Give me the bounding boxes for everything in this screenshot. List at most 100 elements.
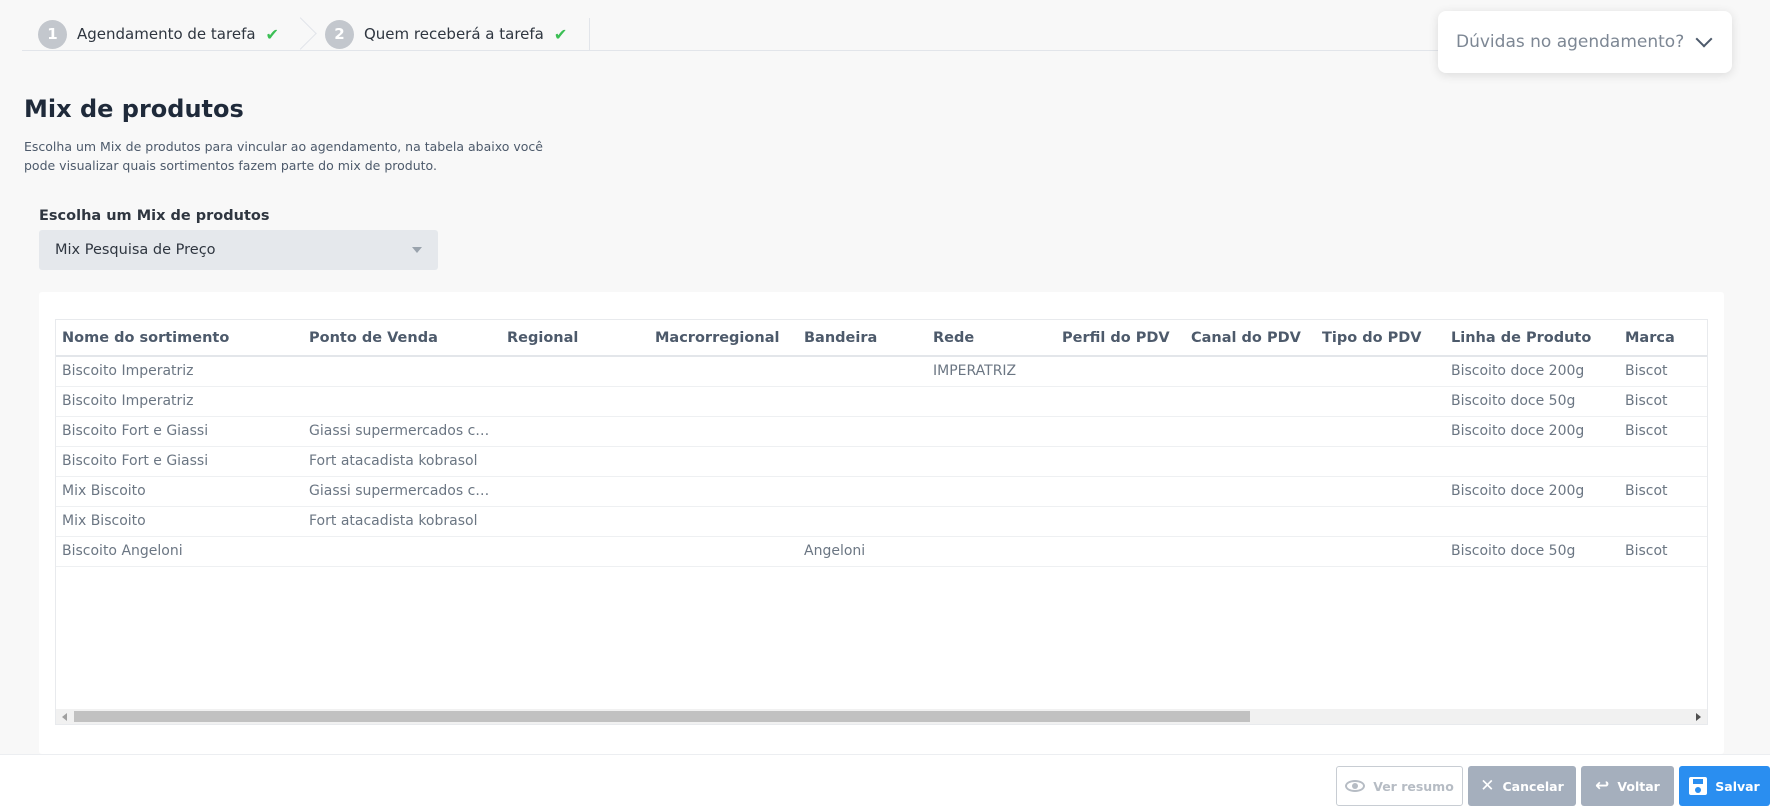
- column-header[interactable]: Perfil do PDV: [1056, 320, 1185, 357]
- table-cell: [1316, 506, 1445, 537]
- table-cell: [1619, 446, 1707, 477]
- cancel-button[interactable]: ✕ Cancelar: [1468, 766, 1576, 806]
- table-cell: [501, 476, 649, 507]
- table-cell: Biscoito doce 200g: [1445, 356, 1619, 387]
- step-divider: [589, 17, 591, 51]
- table-cell: [649, 356, 798, 387]
- table-cell: [501, 356, 649, 387]
- table-cell: Biscoito doce 200g: [1445, 416, 1619, 447]
- column-header[interactable]: Nome do sortimento: [56, 320, 303, 357]
- table-cell: [501, 536, 649, 567]
- table-cell: [1185, 416, 1316, 447]
- table-cell: [1316, 386, 1445, 417]
- table-cell: Biscoito Angeloni: [56, 536, 303, 567]
- table-cell: Biscoito doce 50g: [1445, 536, 1619, 567]
- table-row[interactable]: Mix Biscoito Giassi supermercados cam... B…: [56, 476, 1707, 507]
- table-header-row: Nome do sortimento Ponto de Venda Region…: [56, 320, 1707, 357]
- save-label: Salvar: [1715, 778, 1760, 794]
- table-cell: [501, 446, 649, 477]
- table-row[interactable]: Biscoito Imperatriz Biscoito doce 50g Bisc…: [56, 386, 1707, 417]
- help-label: Dúvidas no agendamento?: [1456, 32, 1685, 52]
- step-label: Agendamento de tarefa: [77, 25, 256, 43]
- table-cell: Mix Biscoito: [56, 476, 303, 507]
- step-number: 1: [38, 19, 67, 49]
- step-number: 2: [324, 19, 354, 49]
- table-cell: Giassi supermercados cam...: [303, 476, 501, 507]
- table-cell: [1185, 476, 1316, 507]
- step-1[interactable]: 1 Agendamento de tarefa ✔: [22, 18, 295, 51]
- table-cell: [501, 506, 649, 537]
- scroll-left-icon[interactable]: [62, 713, 67, 721]
- table-cell: Biscot: [1619, 416, 1707, 447]
- column-header[interactable]: Marca: [1619, 320, 1707, 357]
- table-cell: [501, 416, 649, 447]
- column-header[interactable]: Regional: [501, 320, 649, 357]
- help-accordion[interactable]: Dúvidas no agendamento?: [1438, 11, 1732, 73]
- table-cell: [798, 386, 927, 417]
- table-cell: [1316, 446, 1445, 477]
- table-cell: [501, 386, 649, 417]
- ver-resumo-label: Ver resumo: [1373, 778, 1454, 794]
- table-cell: [649, 446, 798, 477]
- eye-icon: [1345, 780, 1366, 792]
- table-cell: Biscoito doce 200g: [1445, 476, 1619, 507]
- cancel-label: Cancelar: [1502, 778, 1564, 794]
- column-header[interactable]: Tipo do PDV: [1316, 320, 1445, 357]
- table-row[interactable]: Biscoito Angeloni Angeloni Biscoito doce 5…: [56, 536, 1707, 567]
- table-cell: [1056, 476, 1185, 507]
- table-cell: [1316, 416, 1445, 447]
- table-row[interactable]: Mix Biscoito Fort atacadista kobrasol: [56, 506, 1707, 537]
- table-cell: [649, 416, 798, 447]
- step-separator: [295, 18, 309, 51]
- table-cell: [1056, 416, 1185, 447]
- table-cell: [927, 536, 1056, 567]
- mix-select-label: Escolha um Mix de produtos: [39, 208, 270, 224]
- table-cell: [927, 506, 1056, 537]
- table-cell: [798, 446, 927, 477]
- table-cell: Biscot: [1619, 536, 1707, 567]
- mix-select[interactable]: Mix Pesquisa de Preço: [39, 230, 438, 270]
- ver-resumo-button[interactable]: Ver resumo: [1336, 766, 1463, 806]
- save-disk-icon: [1689, 777, 1708, 795]
- table-row[interactable]: Biscoito Imperatriz IMPERATRIZ Biscoito do…: [56, 356, 1707, 387]
- table-cell: [1185, 386, 1316, 417]
- table-cell: Fort atacadista kobrasol: [303, 506, 501, 537]
- table-cell: IMPERATRIZ: [927, 356, 1056, 387]
- table-cell: [1185, 506, 1316, 537]
- table-cell: Giassi supermercados cam...: [303, 416, 501, 447]
- table-cell: Biscoito Imperatriz: [56, 386, 303, 417]
- back-label: Voltar: [1617, 778, 1660, 794]
- column-header[interactable]: Macrorregional: [649, 320, 798, 357]
- table-cell: [1185, 446, 1316, 477]
- table-cell: [1056, 506, 1185, 537]
- horizontal-scrollbar[interactable]: [56, 709, 1707, 724]
- table-cell: Biscoito Fort e Giassi: [56, 446, 303, 477]
- column-header[interactable]: Bandeira: [798, 320, 927, 357]
- table-cell: [649, 386, 798, 417]
- column-header[interactable]: Rede: [927, 320, 1056, 357]
- table-cell: [303, 536, 501, 567]
- table-cell: [927, 476, 1056, 507]
- back-button[interactable]: ↩ Voltar: [1581, 766, 1674, 806]
- table-row[interactable]: Biscoito Fort e Giassi Giassi supermercad…: [56, 416, 1707, 447]
- scrollbar-thumb[interactable]: [74, 711, 1250, 722]
- table-row[interactable]: Biscoito Fort e Giassi Fort atacadista ko…: [56, 446, 1707, 477]
- chevron-down-icon[interactable]: [1695, 30, 1713, 48]
- table-cell: [798, 416, 927, 447]
- page-title: Mix de produtos: [24, 95, 244, 123]
- scroll-right-icon[interactable]: [1696, 713, 1701, 721]
- save-button[interactable]: Salvar: [1679, 766, 1770, 806]
- reply-arrow-icon: ↩: [1595, 776, 1610, 796]
- table-cell: [1056, 386, 1185, 417]
- column-header[interactable]: Linha de Produto: [1445, 320, 1619, 357]
- table-cell: [798, 356, 927, 387]
- column-header[interactable]: Ponto de Venda: [303, 320, 501, 357]
- table-cell: [649, 506, 798, 537]
- table-cell: Biscoito doce 50g: [1445, 386, 1619, 417]
- table-cell: [927, 386, 1056, 417]
- table-cell: [649, 476, 798, 507]
- column-header[interactable]: Canal do PDV: [1185, 320, 1316, 357]
- table-cell: [1056, 446, 1185, 477]
- step-2[interactable]: 2 Quem receberá a tarefa ✔: [309, 18, 583, 51]
- table-cell: [798, 476, 927, 507]
